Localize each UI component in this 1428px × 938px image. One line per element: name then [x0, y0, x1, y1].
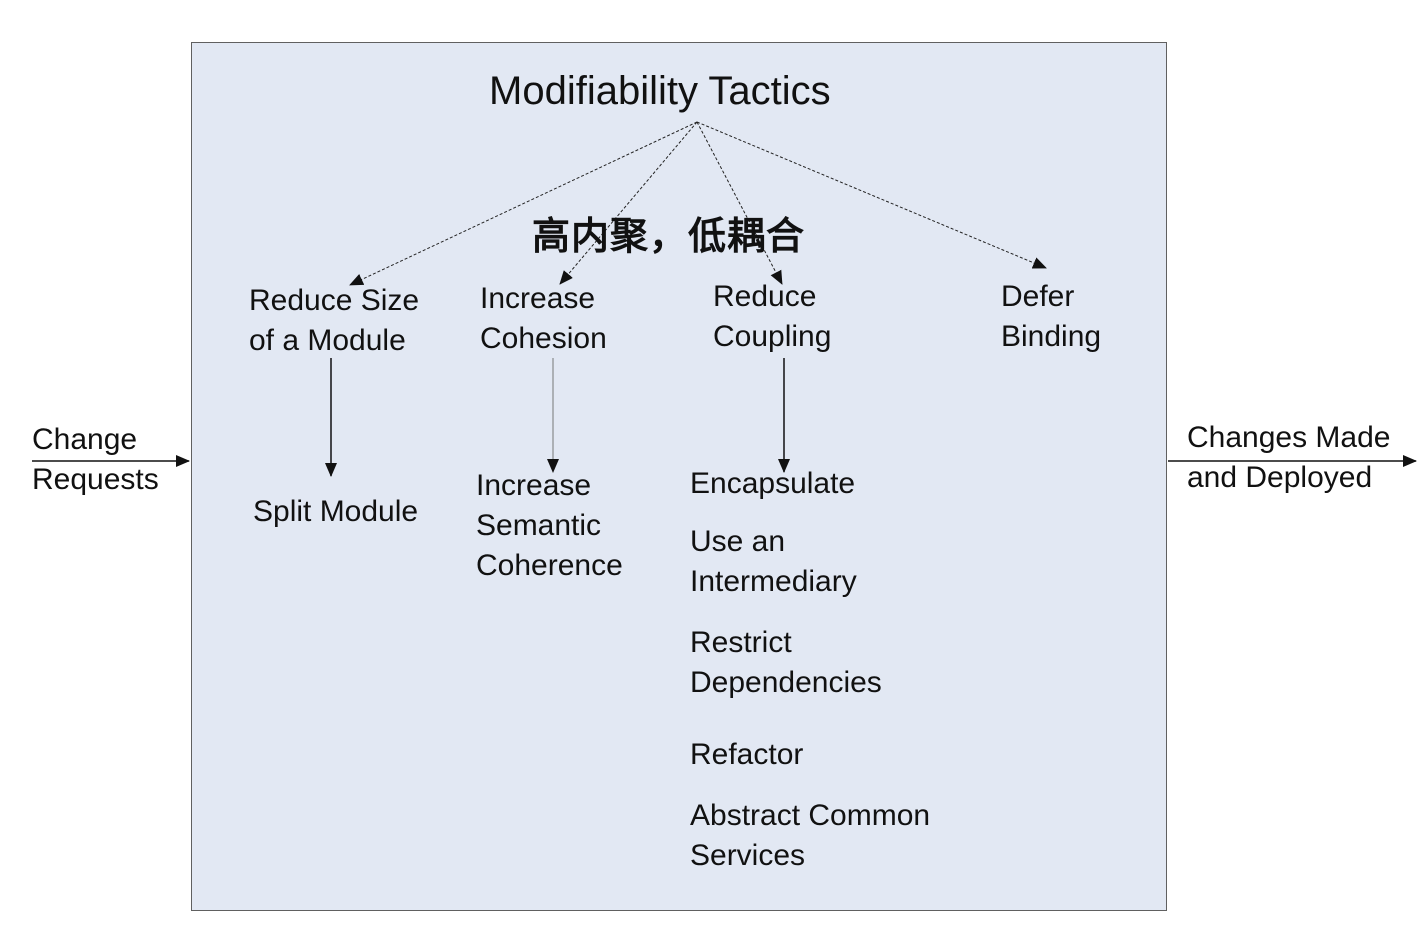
- category-increase-cohesion: Increase Cohesion: [480, 282, 607, 355]
- tactic-encapsulate: Encapsulate: [690, 467, 856, 500]
- category-reduce-size: Reduce Size of a Module: [249, 284, 420, 357]
- input-label: Change Requests: [32, 423, 159, 496]
- tactic-refactor: Refactor: [690, 738, 804, 771]
- tactic-restrict-dependencies: Restrict Dependencies: [690, 626, 882, 699]
- tactics-box: [191, 42, 1167, 911]
- diagram-title: Modifiability Tactics: [489, 69, 831, 113]
- diagram-canvas: Modifiability Tactics 高内聚，低耦合 Change Req…: [0, 0, 1428, 938]
- output-label: Changes Made and Deployed: [1187, 421, 1391, 494]
- tactic-abstract-common-services: Abstract Common Services: [690, 799, 931, 872]
- tactic-increase-semantic-coherence: Increase Semantic Coherence: [476, 469, 623, 582]
- tactic-split-module: Split Module: [253, 495, 419, 528]
- category-reduce-coupling: Reduce Coupling: [713, 280, 832, 353]
- category-defer-binding: Defer Binding: [1001, 280, 1102, 353]
- diagram-subtitle: 高内聚，低耦合: [532, 214, 806, 258]
- tactic-use-an-intermediary: Use an Intermediary: [690, 525, 857, 598]
